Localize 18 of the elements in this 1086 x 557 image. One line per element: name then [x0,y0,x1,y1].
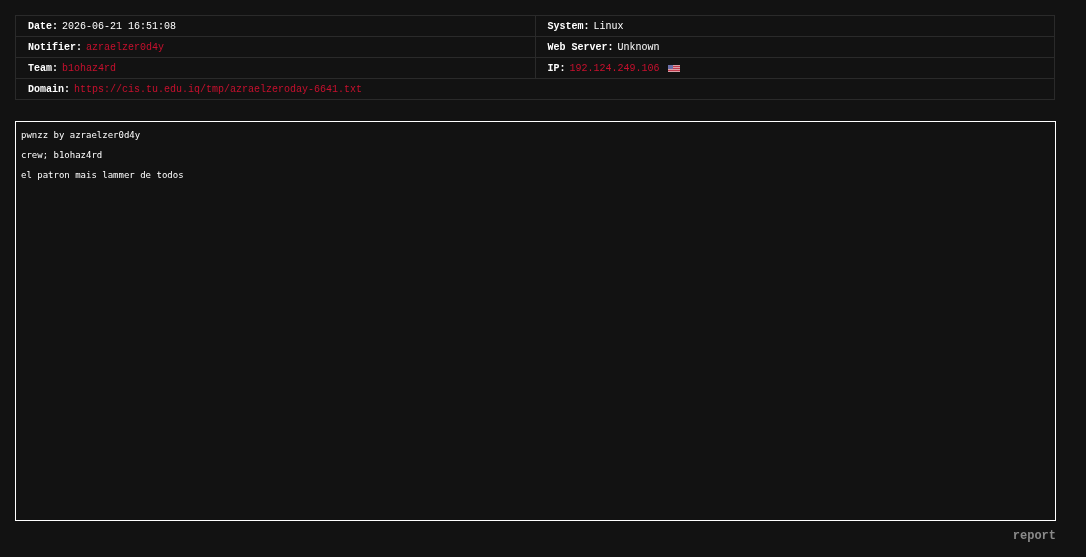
field-label: Notifier: [28,40,82,55]
message-line: crew; b1ohaz4rd [21,150,104,161]
field-value: 192.124.249.106 [569,61,660,76]
field-label: Team: [28,61,58,76]
field-value: azraelzer0d4y [86,40,165,55]
field-value: 2026-06-21 16:51:08 [62,19,177,34]
field-label: System: [547,19,590,34]
message-line: el patron mais lammer de todos [21,170,185,181]
field-value: Linux [593,19,624,34]
field-label: Domain: [28,82,70,97]
report-link[interactable]: report [1012,527,1056,545]
message-line: pwnzz by azraelzer0d4y [21,130,142,141]
field-value: Unknown [617,40,660,55]
field-value: b1ohaz4rd [62,61,117,76]
field-label: Web Server: [547,40,614,55]
field-value: https://cis.tu.edu.iq/tmp/azraelzeroday-6641.txt [74,82,363,97]
field-label: Date: [28,19,58,34]
field-label: IP: [547,61,566,76]
